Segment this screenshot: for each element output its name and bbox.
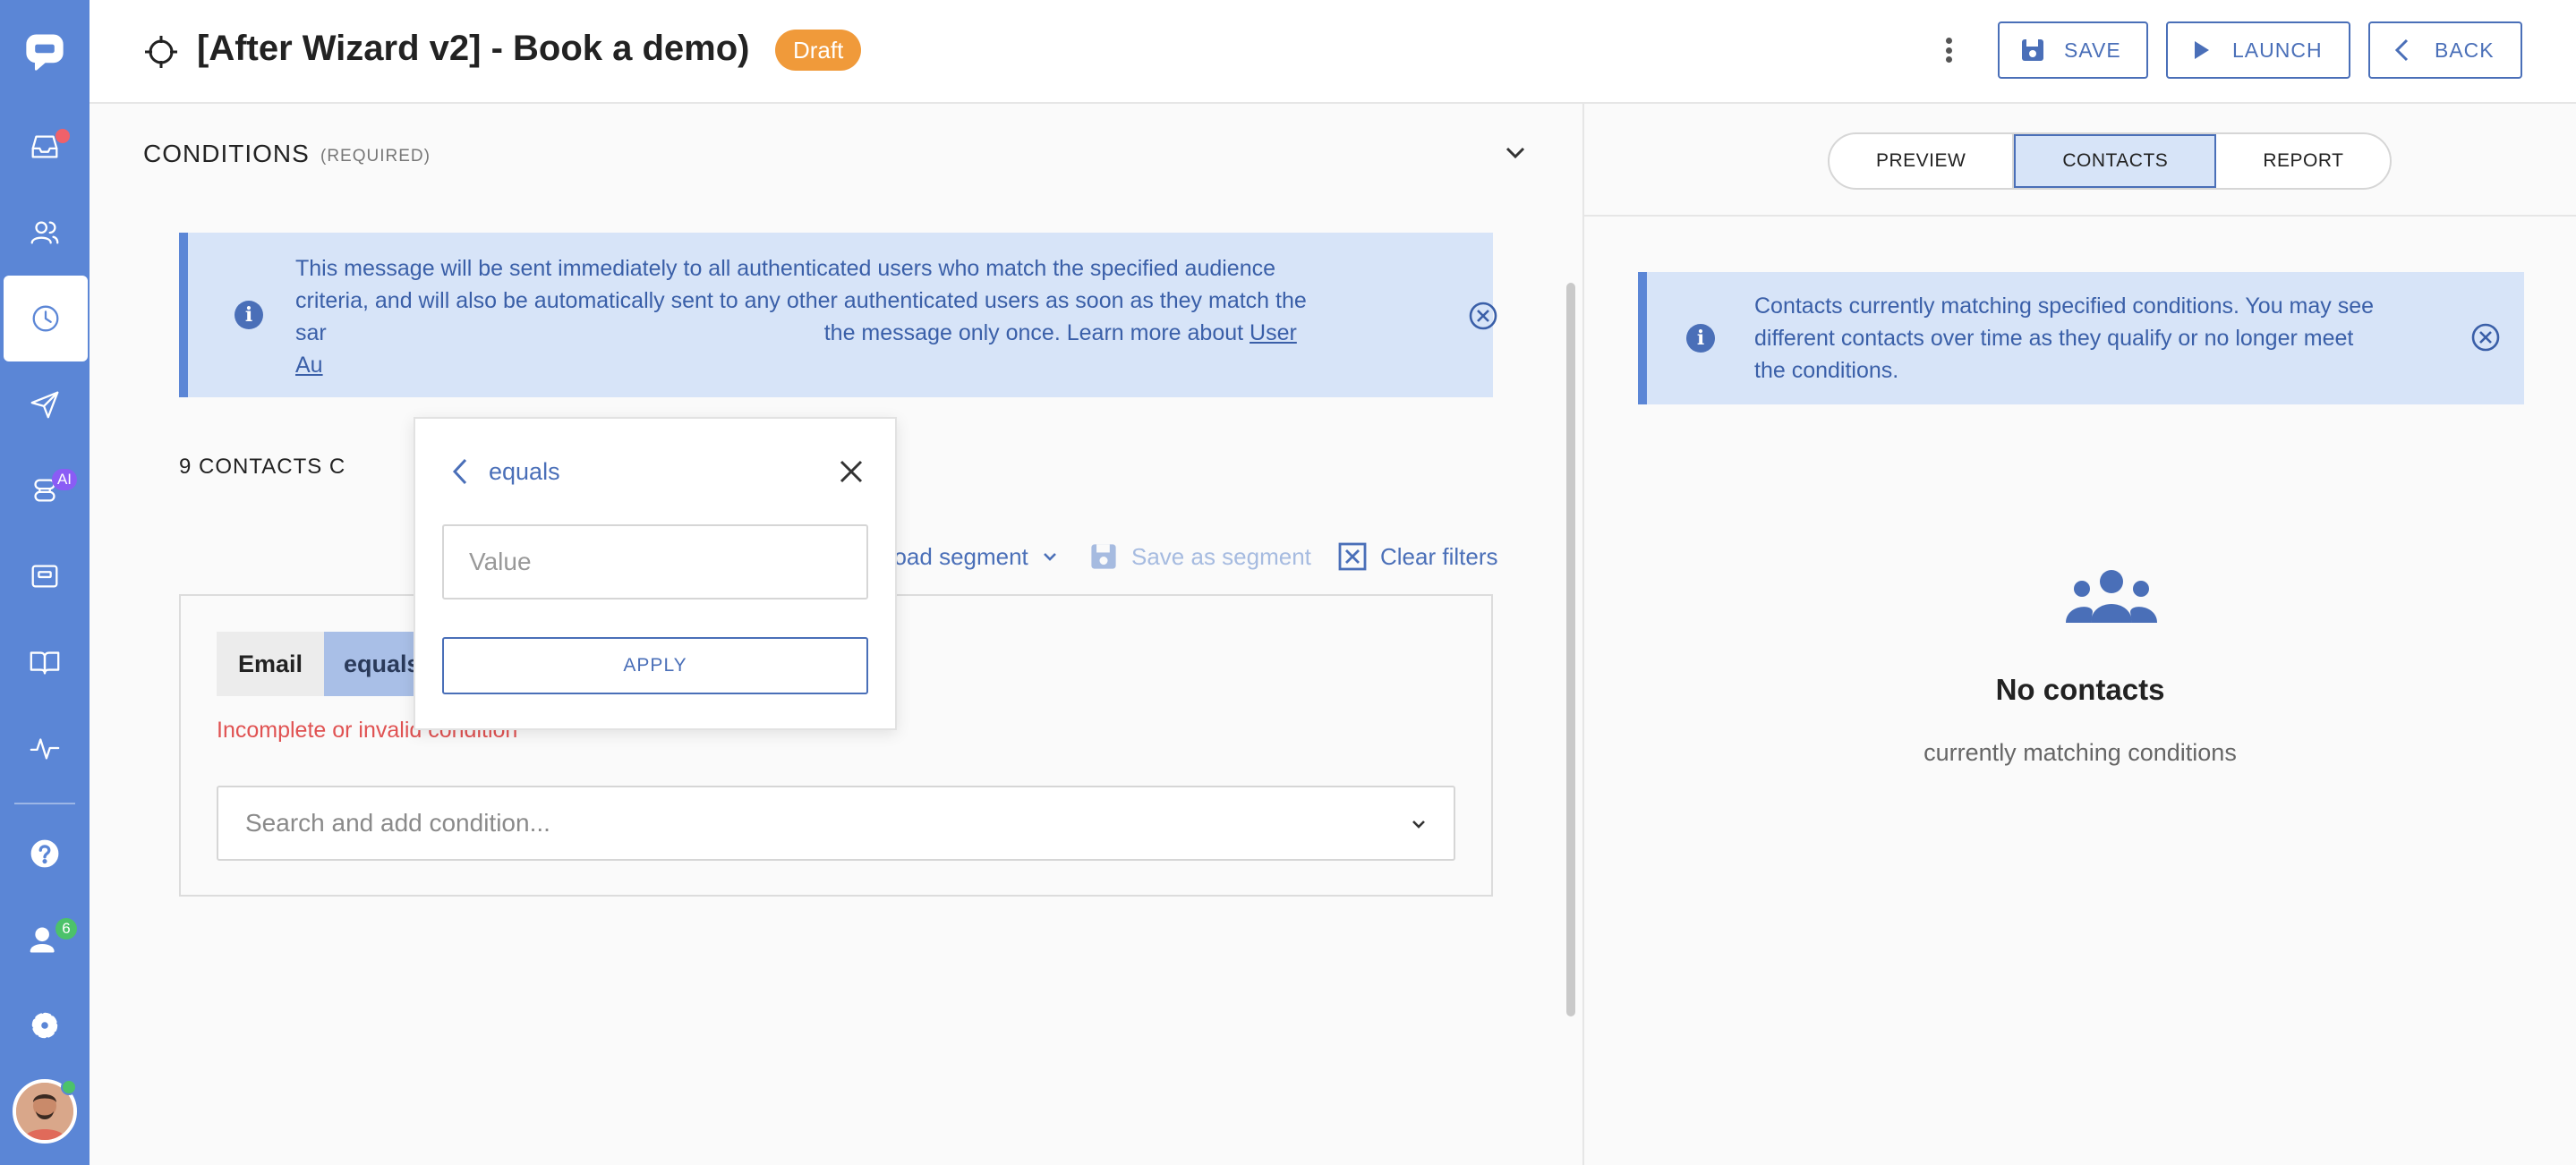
chevron-left-icon [2394,38,2409,62]
save-button[interactable]: SAVE [1998,21,2148,79]
value-popover: equals APPLY [414,417,897,730]
sidebar-item-contacts[interactable] [0,190,90,276]
tab-report[interactable]: REPORT [2216,134,2390,188]
value-input[interactable] [442,524,868,600]
clock-icon [32,305,59,332]
sidebar-item-team[interactable]: 6 [0,897,90,982]
sidebar-item-help[interactable] [0,811,90,897]
search-condition-input[interactable]: Search and add condition... [217,786,1455,861]
contacts-count: 9 CONTACTS C [179,455,346,479]
sidebar-item-settings[interactable] [0,982,90,1068]
close-circle-icon[interactable] [1468,301,1498,331]
send-icon [30,391,59,419]
back-button[interactable]: BACK [2368,21,2522,79]
sidebar-item-analytics[interactable] [0,705,90,791]
floppy-icon [1091,544,1116,569]
chevron-down-icon[interactable] [1502,140,1529,166]
more-options-button[interactable] [1935,32,1962,68]
page-title: [After Wizard v2] - Book a demo) [197,29,750,68]
top-header: [After Wizard v2] - Book a demo) Draft S… [90,0,2576,104]
audience-info-banner: i This message will be sent immediately … [179,233,1497,397]
status-badge: Draft [775,30,862,71]
popover-operator-label: equals [489,458,560,485]
conditions-panel: CONDITIONS (REQUIRED) i This message wil… [90,104,1582,1165]
tab-group: PREVIEW CONTACTS REPORT [1828,132,2393,190]
apply-button[interactable]: APPLY [442,637,868,694]
play-icon [2195,41,2209,59]
info-icon: i [1686,324,1715,353]
sidebar-item-ai-bot[interactable]: AI [0,447,90,533]
contacts-info-banner: i Contacts currently matching specified … [1638,272,2524,404]
info-text: This message will be sent immediately to… [295,256,1307,378]
condition-field-chip[interactable]: Email [217,632,325,696]
close-circle-icon[interactable] [2470,322,2501,353]
sidebar-item-inbox[interactable] [0,104,90,190]
section-title: CONDITIONS [143,140,310,167]
floppy-icon [2022,39,2043,61]
notification-dot [55,129,70,143]
launch-button[interactable]: LAUNCH [2166,21,2350,79]
sidebar: AI 6 [0,0,90,1165]
launch-label: LAUNCH [2232,38,2323,62]
activity-icon [30,738,60,760]
book-icon [30,651,60,675]
scrollbar[interactable] [1566,283,1575,1016]
sidebar-item-widgets[interactable] [0,533,90,619]
empty-state-subtitle: currently matching conditions [1923,739,2237,766]
people-icon [30,221,59,244]
sidebar-divider [14,803,75,804]
sidebar-item-campaigns[interactable] [0,361,90,447]
online-status-dot [61,1079,77,1095]
group-icon [2066,570,2157,623]
chevron-down-icon [1412,821,1425,829]
info-icon: i [235,301,263,329]
search-placeholder: Search and add condition... [245,809,550,837]
learn-more-link-cont[interactable]: Au [295,353,323,378]
save-label: SAVE [2064,38,2121,62]
empty-state-title: No contacts [1995,673,2165,706]
close-icon[interactable] [836,456,866,487]
back-label: BACK [2435,38,2495,62]
crosshair-icon [145,36,177,68]
clear-filters-button[interactable]: Clear filters [1337,539,1497,574]
preview-tabs-bar: PREVIEW CONTACTS REPORT [1584,104,2576,217]
app-logo-chat-icon[interactable] [0,9,90,95]
tab-contacts[interactable]: CONTACTS [2014,134,2217,188]
sidebar-item-automation[interactable] [4,276,88,361]
required-label: (REQUIRED) [320,147,431,166]
help-icon [30,839,59,868]
save-as-segment-button[interactable]: Save as segment [1088,539,1311,574]
preview-panel: PREVIEW CONTACTS REPORT i Contacts curre… [1582,104,2576,1165]
window-icon [31,565,58,588]
chevron-down-icon [1043,553,1056,561]
learn-more-link[interactable]: User [1250,320,1297,345]
gear-icon [31,1012,58,1039]
tab-preview[interactable]: PREVIEW [1830,134,2015,188]
chevron-left-icon[interactable] [448,456,474,487]
team-count-badge: 6 [55,918,77,940]
ai-badge: AI [52,469,77,490]
clear-box-icon [1338,542,1367,571]
contacts-info-text: Contacts currently matching specified co… [1754,293,2375,383]
sidebar-item-knowledge-base[interactable] [0,619,90,705]
